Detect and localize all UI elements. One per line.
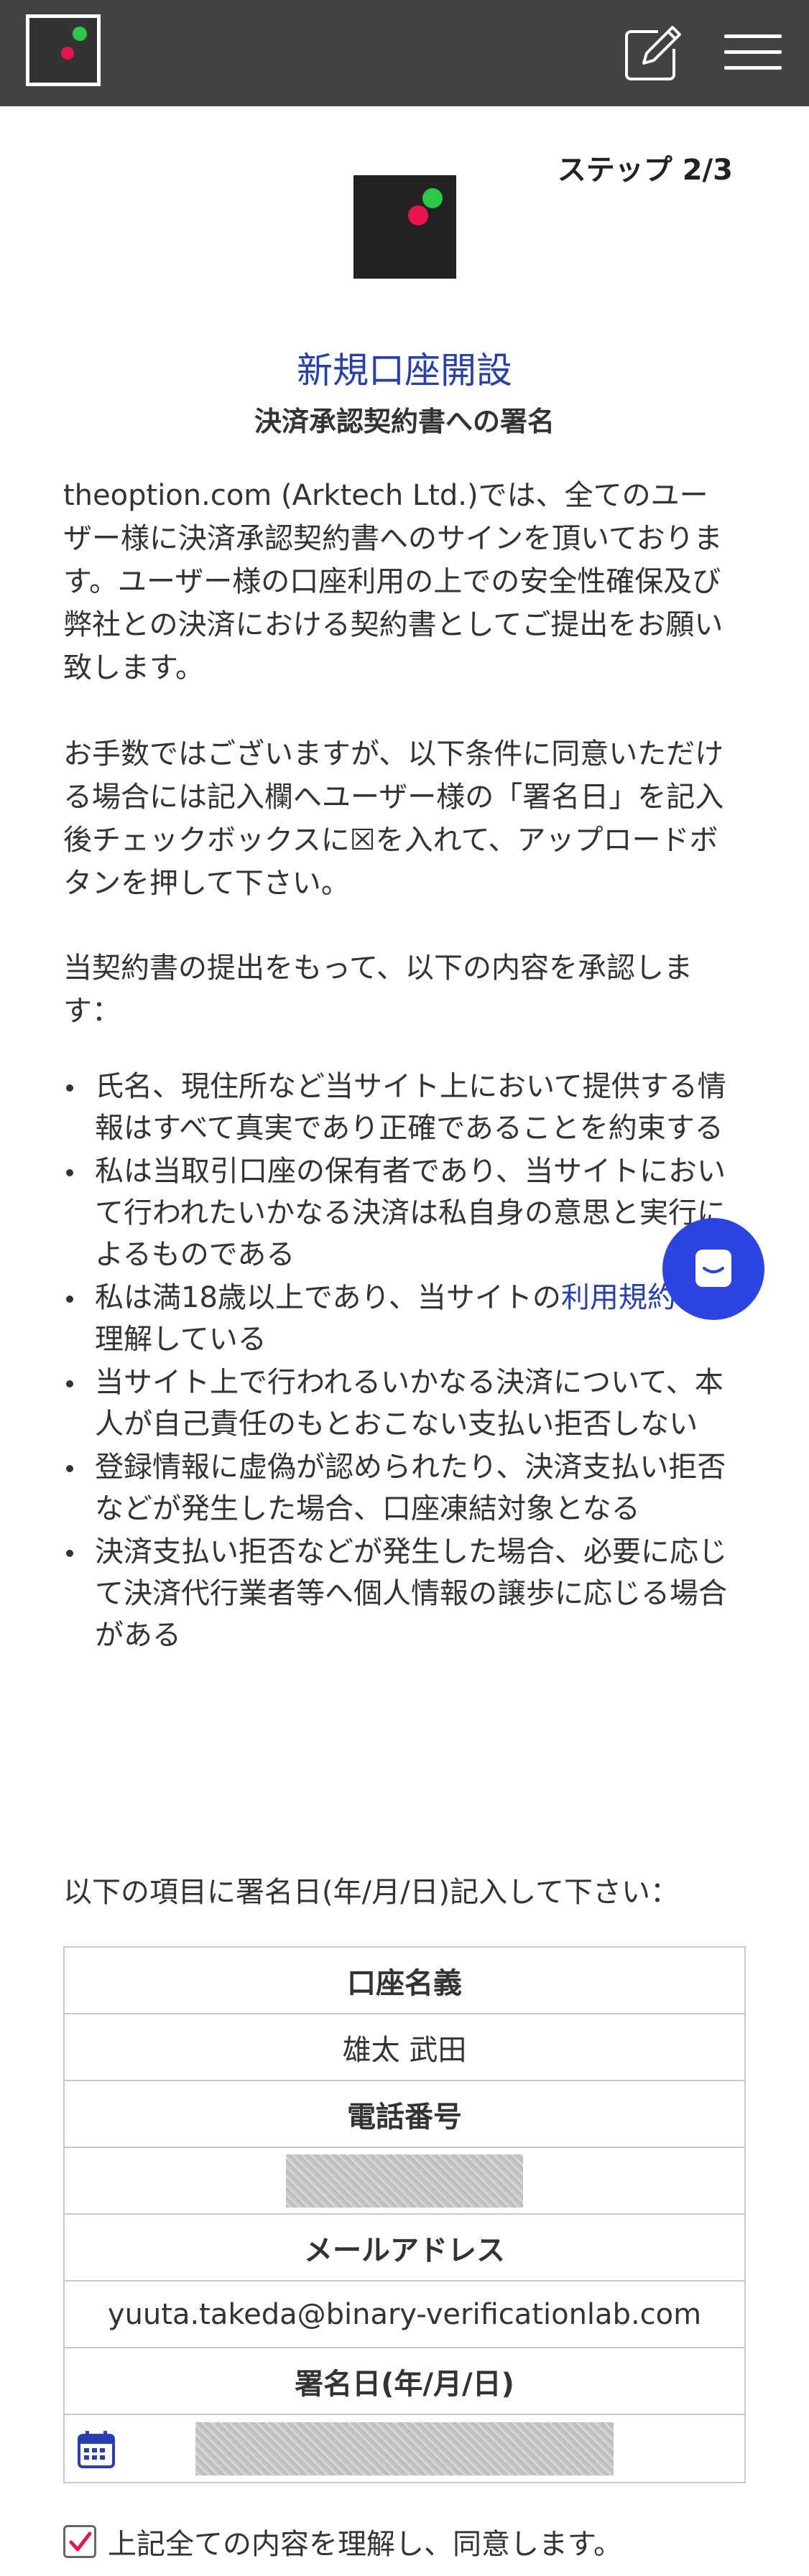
terms-link[interactable]: 利用規約 bbox=[561, 1281, 676, 1314]
date-label: 署名日(年/月/日) bbox=[65, 2348, 744, 2415]
brand-red-dot bbox=[408, 205, 428, 225]
terms-list: 氏名、現住所など当サイト上において提供する情報はすべて真実であり正確であることを… bbox=[63, 1066, 731, 1657]
logo-red-dot bbox=[61, 47, 74, 60]
instruction-paragraph: お手数ではございますが、以下条件に同意いただける場合には記入欄へユーザー様の「署… bbox=[63, 738, 724, 900]
logo-icon[interactable] bbox=[26, 14, 101, 86]
agree-label: 上記全ての内容を理解し、同意します。 bbox=[108, 2528, 622, 2561]
list-item: 氏名、現住所など当サイト上において提供する情報はすべて真実であり正確であることを… bbox=[63, 1066, 731, 1149]
agree-row[interactable]: 上記全ての内容を理解し、同意します。 bbox=[63, 2521, 622, 2562]
brand-green-dot bbox=[422, 188, 443, 208]
account-name-value: 雄太 武田 bbox=[65, 2014, 744, 2081]
list-item: 私は満18歳以上であり、当サイトの利用規約を理解している bbox=[63, 1277, 731, 1360]
intro-paragraph: theoption.com (Arktech Ltd.)では、全てのユーザー様に… bbox=[63, 479, 724, 684]
date-redacted bbox=[195, 2422, 614, 2475]
menu-icon[interactable] bbox=[724, 32, 782, 75]
account-name-label: 口座名義 bbox=[65, 1948, 744, 2014]
page-subtitle: 決済承認契約書への署名 bbox=[254, 406, 555, 437]
top-bar bbox=[0, 0, 809, 106]
brand-logo bbox=[353, 175, 456, 279]
list-item: 当サイト上で行われるいかなる決済について、本人が自己責任のもとおこない支払い拒否… bbox=[63, 1362, 731, 1445]
approval-paragraph: 当契約書の提出をもって、以下の内容を承認します： bbox=[63, 952, 693, 1028]
checkmark-icon bbox=[69, 2531, 92, 2552]
page-title: 新規口座開設 bbox=[297, 350, 512, 391]
email-value: yuuta.takeda@binary-verificationlab.com bbox=[65, 2282, 744, 2348]
agree-checkbox[interactable] bbox=[63, 2525, 96, 2558]
list-item-text: 私は満18歳以上であり、当サイトの bbox=[95, 1281, 561, 1314]
signature-table: 口座名義 雄太 武田 電話番号 メールアドレス yuuta.takeda@bin… bbox=[63, 1946, 746, 2483]
phone-label: 電話番号 bbox=[65, 2081, 744, 2148]
chat-icon bbox=[695, 1250, 731, 1287]
list-item: 決済支払い拒否などが発生した場合、必要に応じて決済代行業者等へ個人情報の譲歩に応… bbox=[63, 1531, 731, 1656]
phone-value bbox=[65, 2148, 744, 2215]
list-item: 登録情報に虚偽が認められたり、決済支払い拒否などが発生した場合、口座凍結対象とな… bbox=[63, 1446, 731, 1530]
date-field[interactable] bbox=[65, 2415, 744, 2482]
list-item: 私は当取引口座の保有者であり、当サイトにおいて行われたいかなる決済は私自身の意思… bbox=[63, 1150, 731, 1275]
form-instruction: 以下の項目に署名日(年/月/日)記入して下さい： bbox=[63, 1876, 679, 1909]
email-label: メールアドレス bbox=[65, 2215, 744, 2282]
chat-button[interactable] bbox=[662, 1218, 764, 1320]
phone-redacted bbox=[286, 2154, 523, 2208]
calendar-icon[interactable] bbox=[75, 2428, 118, 2471]
edit-icon[interactable] bbox=[622, 22, 684, 83]
step-indicator: ステップ 2/3 bbox=[557, 154, 733, 187]
logo-green-dot bbox=[73, 27, 87, 41]
